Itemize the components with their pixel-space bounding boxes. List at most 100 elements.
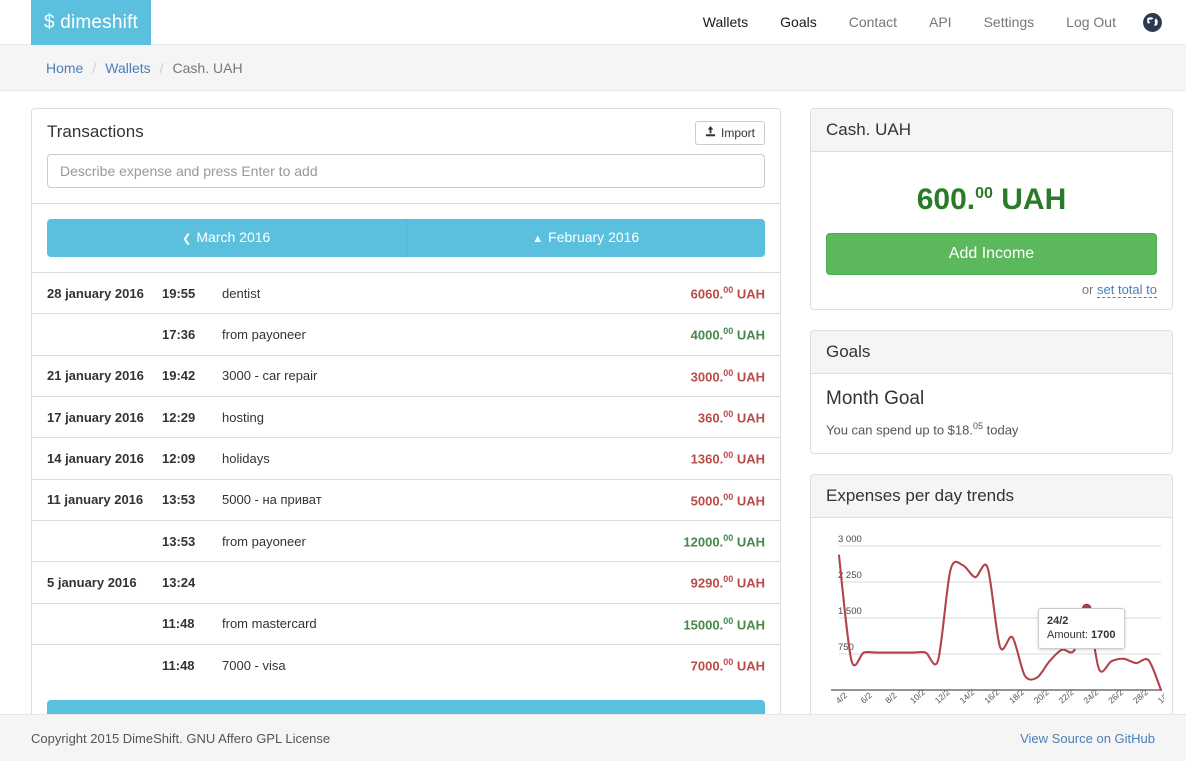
chart-tooltip: 24/2 Amount: 1700: [1038, 608, 1125, 650]
row-date: [32, 603, 154, 644]
goal-cents: 05: [972, 421, 983, 431]
row-time: 13:24: [162, 574, 196, 590]
nav-item-goals[interactable]: Goals: [764, 0, 833, 45]
row-time: 11:48: [162, 657, 195, 673]
row-date: [32, 314, 154, 355]
chevron-up-icon: ▲: [532, 233, 544, 245]
breadcrumb-separator: /: [92, 59, 97, 76]
row-time: 12:09: [162, 450, 196, 466]
wallet-balance-cents: 00: [975, 185, 993, 202]
chevron-left-icon: ❮: [182, 233, 192, 245]
row-description: 7000 - visa: [222, 657, 286, 673]
row-date: 28 january 2016: [47, 285, 144, 301]
current-month-button[interactable]: ▲ February 2016: [405, 219, 765, 257]
transactions-title: Transactions: [47, 122, 144, 141]
set-total-link[interactable]: set total to: [1097, 282, 1157, 298]
row-amount: 9290.00 UAH: [690, 574, 765, 591]
row-time: 13:53: [162, 533, 196, 549]
row-amount: 12000.00 UAH: [683, 532, 765, 550]
wallet-panel: Cash. UAH 600.00 UAH Add Income or set t…: [810, 108, 1173, 310]
chart-title: Expenses per day trends: [826, 486, 1015, 506]
row-amount: 6060.00 UAH: [690, 285, 765, 302]
view-source-link[interactable]: View Source on GitHub: [1020, 731, 1155, 746]
row-date: 11 january 2016: [47, 492, 144, 508]
row-description: 5000 - на приват: [222, 492, 322, 508]
tooltip-date: 24/2: [1047, 615, 1069, 628]
row-amount: 7000.00 UAH: [690, 656, 765, 674]
nav-item-contact[interactable]: Contact: [833, 0, 913, 45]
table-row[interactable]: 14 january 2016 12:09 holidays 1360.00 U…: [32, 437, 780, 479]
month-navigation: ❮ March 2016 ▲ February 2016: [47, 219, 765, 257]
goal-description: You can spend up to $18.05 today: [826, 417, 1157, 439]
top-navbar: $ dimeshift Wallets Goals Contact API Se…: [0, 0, 1186, 45]
breadcrumb-home[interactable]: Home: [46, 60, 83, 76]
add-transaction-input[interactable]: [47, 154, 765, 188]
upload-icon: [705, 126, 716, 140]
add-income-button[interactable]: Add Income: [826, 233, 1157, 275]
table-row[interactable]: 11:48 7000 - visa 7000.00 UAH: [32, 644, 780, 685]
wallet-panel-header: Cash. UAH: [811, 109, 1172, 152]
goal-text-after: today: [986, 422, 1019, 438]
copyright-text: Copyright 2015 DimeShift. GNU Affero GPL…: [31, 730, 331, 746]
wallet-body: 600.00 UAH Add Income or set total to: [811, 152, 1172, 309]
table-row[interactable]: 13:53 from payoneer 12000.00 UAH: [32, 520, 780, 561]
table-row[interactable]: 17:36 from payoneer 4000.00 UAH: [32, 313, 780, 355]
row-description: from payoneer: [222, 326, 306, 342]
tooltip-amount-label: Amount:: [1047, 629, 1088, 642]
nav-item-api[interactable]: API: [913, 0, 968, 45]
row-description: holidays: [222, 450, 270, 466]
row-description: from mastercard: [222, 616, 317, 632]
wallet-currency: UAH: [1001, 183, 1067, 216]
row-description: [214, 562, 511, 603]
row-time: 19:55: [162, 285, 196, 301]
svg-text:6/2: 6/2: [858, 690, 874, 706]
import-button[interactable]: Import: [694, 121, 765, 145]
row-date: [32, 644, 154, 685]
row-date: 17 january 2016: [47, 409, 144, 425]
row-time: 19:42: [162, 368, 196, 384]
nav-item-logout[interactable]: Log Out: [1050, 0, 1132, 45]
svg-text:750: 750: [838, 642, 854, 653]
row-time: 12:29: [162, 409, 196, 425]
transactions-column: Transactions Import ❮Mar: [31, 108, 781, 761]
wallet-title: Cash. UAH: [826, 120, 912, 139]
goals-panel-header: Goals: [811, 331, 1172, 374]
tooltip-amount-value: 1700: [1091, 629, 1116, 642]
table-row[interactable]: 5 january 2016 13:24 9290.00 UAH: [32, 561, 780, 603]
row-description: dentist: [222, 285, 261, 301]
table-row[interactable]: 11 january 2016 13:53 5000 - на приват 5…: [32, 479, 780, 520]
row-date: 14 january 2016: [47, 450, 144, 466]
table-row[interactable]: 17 january 2016 12:29 hosting 360.00 UAH: [32, 396, 780, 437]
transactions-table: 28 january 2016 19:55 dentist 6060.00 UA…: [32, 272, 780, 685]
row-description: 3000 - car repair: [222, 368, 318, 384]
current-month-label: February 2016: [548, 229, 640, 245]
row-date: 5 january 2016: [47, 574, 137, 590]
breadcrumb-current: Cash. UAH: [172, 59, 243, 76]
goal-name: Month Goal: [826, 388, 925, 409]
row-amount: 360.00 UAH: [697, 408, 765, 426]
goal-text-before: You can spend up to $18.: [826, 422, 973, 438]
brand-logo[interactable]: $ dimeshift: [31, 0, 151, 45]
previous-month-label: March 2016: [196, 229, 271, 245]
table-row[interactable]: 21 january 2016 19:42 3000 - car repair …: [32, 355, 780, 396]
row-time: 17:36: [162, 326, 196, 342]
globe-icon[interactable]: [1132, 0, 1172, 45]
row-time: 13:53: [162, 492, 196, 508]
transactions-panel: Transactions Import ❮Mar: [31, 108, 781, 758]
row-description: hosting: [222, 409, 264, 425]
expenses-trend-chart[interactable]: 750 1 500 2 250 3 000 4/2 6/2 8/2 10/2 12/2 14/2 1…: [819, 528, 1171, 733]
previous-month-button[interactable]: ❮ March 2016: [47, 219, 406, 257]
goals-body: Month Goal You can spend up to $18.05 to…: [811, 374, 1172, 453]
svg-text:8/2: 8/2: [883, 690, 899, 706]
goals-title: Goals: [826, 342, 871, 361]
row-amount: 15000.00 UAH: [683, 615, 765, 632]
table-row[interactable]: 28 january 2016 19:55 dentist 6060.00 UA…: [32, 272, 780, 314]
table-row[interactable]: 11:48 from mastercard 15000.00 UAH: [32, 603, 780, 644]
tooltip-amount: Amount: 1700: [1047, 628, 1116, 642]
breadcrumb-wallets[interactable]: Wallets: [105, 60, 150, 76]
nav-item-wallets[interactable]: Wallets: [687, 0, 764, 45]
nav-item-settings[interactable]: Settings: [968, 0, 1051, 45]
row-amount: 3000.00 UAH: [690, 367, 765, 384]
row-date: [32, 520, 154, 561]
goals-panel: Goals Month Goal You can spend up to $18…: [810, 330, 1173, 455]
